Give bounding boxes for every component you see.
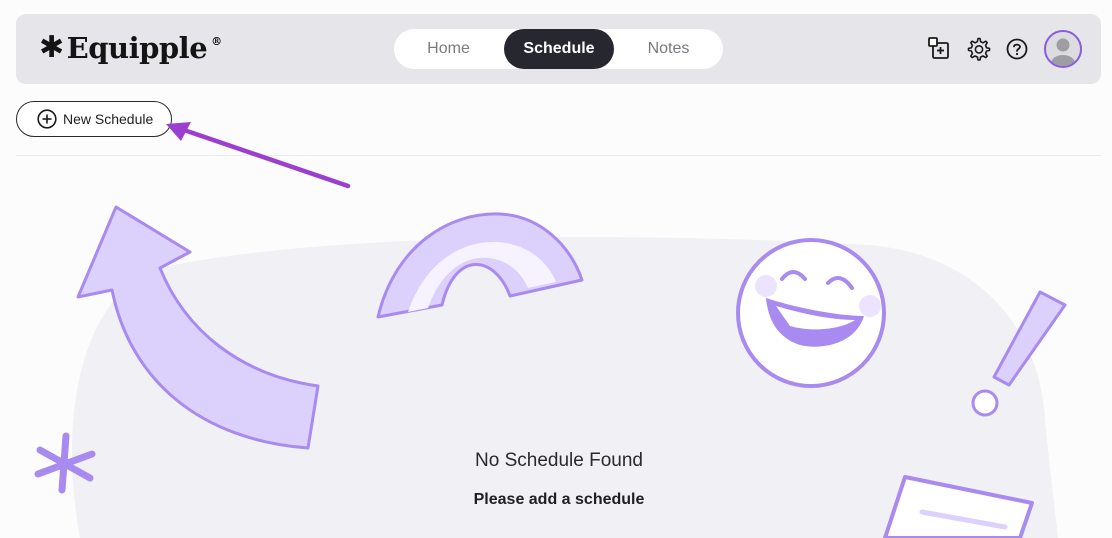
settings-icon[interactable] bbox=[965, 36, 991, 62]
tab-notes[interactable]: Notes bbox=[614, 29, 723, 69]
smiley-eye bbox=[780, 270, 807, 281]
new-schedule-button[interactable]: New Schedule bbox=[16, 101, 172, 137]
user-avatar[interactable] bbox=[1044, 30, 1082, 68]
paper-line bbox=[919, 509, 1008, 530]
rainbow-inner-band bbox=[408, 241, 556, 312]
smiley-cheek bbox=[859, 295, 881, 317]
divider bbox=[16, 155, 1101, 156]
smiley-mouth bbox=[766, 298, 864, 347]
add-note-icon[interactable] bbox=[927, 36, 953, 62]
tab-schedule[interactable]: Schedule bbox=[504, 29, 614, 69]
plus-circle-icon bbox=[37, 109, 57, 129]
top-header: ✱ Equipple ® Home Schedule Notes bbox=[16, 14, 1101, 84]
smiley-teeth bbox=[776, 306, 855, 330]
smiley-cheek bbox=[755, 275, 777, 297]
empty-state-title: No Schedule Found bbox=[475, 450, 643, 471]
tab-home[interactable]: Home bbox=[394, 29, 503, 69]
asterisk-logo-icon: ✱ bbox=[39, 30, 64, 65]
main-nav: Home Schedule Notes bbox=[394, 29, 723, 69]
paper-sheet-icon bbox=[883, 475, 1034, 538]
curved-arrow-icon bbox=[76, 205, 320, 450]
exclamation-dot bbox=[971, 389, 999, 417]
new-schedule-label: New Schedule bbox=[63, 111, 154, 127]
registered-mark: ® bbox=[211, 34, 222, 48]
app-logo[interactable]: ✱ Equipple ® bbox=[39, 31, 222, 65]
empty-state-subtitle: Please add a schedule bbox=[473, 491, 645, 508]
smiley-eye bbox=[826, 276, 854, 290]
exclamation-icon bbox=[992, 290, 1067, 387]
rainbow-icon bbox=[376, 212, 584, 319]
logo-text: Equipple bbox=[66, 31, 208, 65]
help-icon[interactable] bbox=[1004, 36, 1030, 62]
asterisk-sparkle-icon bbox=[34, 432, 96, 494]
smiley-face-icon bbox=[736, 238, 886, 388]
user-icon bbox=[1051, 38, 1075, 66]
annotation-arrow bbox=[181, 127, 351, 189]
